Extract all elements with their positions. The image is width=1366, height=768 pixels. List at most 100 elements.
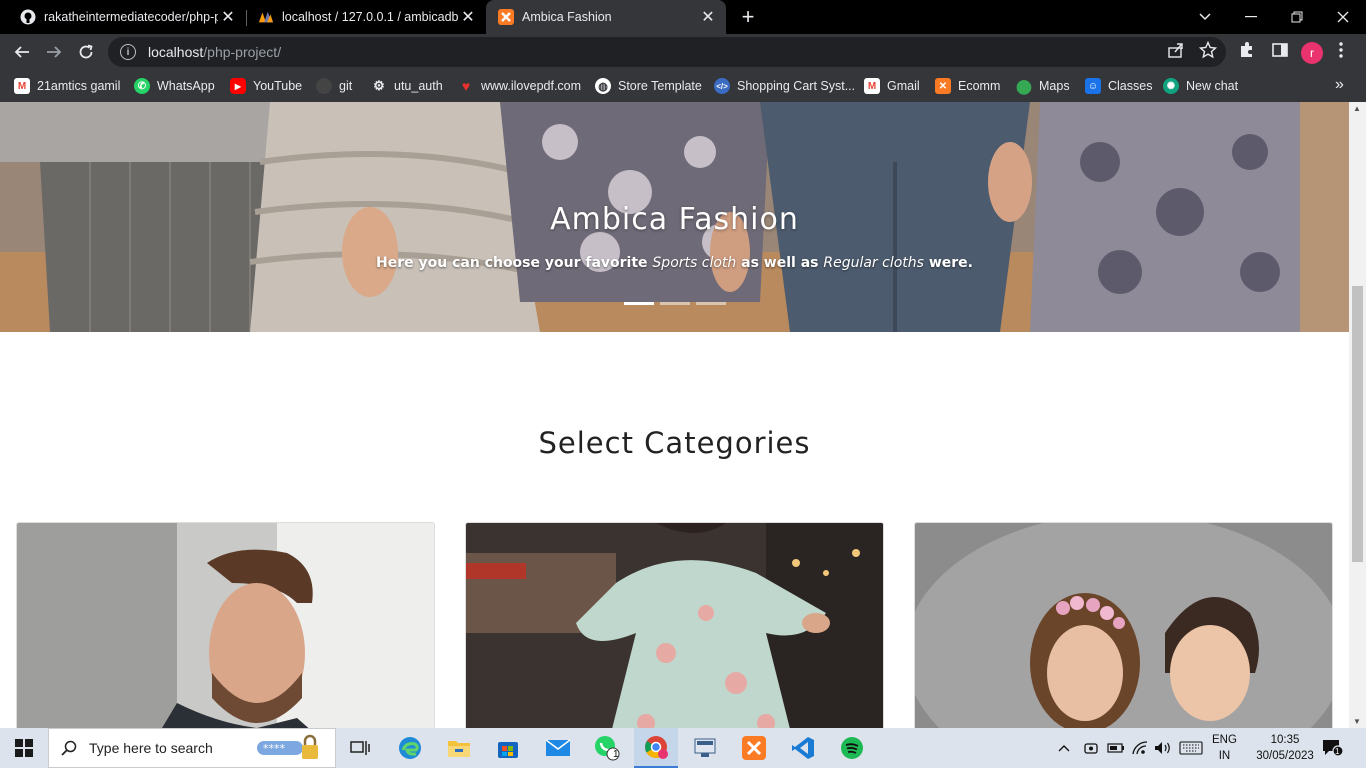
clock[interactable]: 10:35 30/05/2023 (1254, 728, 1316, 768)
classroom-icon: ☺ (1085, 78, 1101, 94)
page-viewport: Ambica Fashion Here you can choose your … (0, 102, 1349, 728)
page-scrollbar[interactable]: ▲ ▼ (1349, 102, 1366, 728)
men-category-image (17, 523, 434, 728)
hero-subtitle: Here you can choose your favorite Sports… (376, 255, 973, 271)
bookmark-maps[interactable]: ⬤ Maps (1016, 76, 1069, 96)
remote-desktop-icon[interactable] (683, 728, 727, 768)
close-tab-icon[interactable]: ✕ (698, 7, 718, 27)
bookmark-whatsapp[interactable]: ✆ WhatsApp (134, 76, 215, 96)
carousel-indicators (624, 302, 726, 305)
windows-start-icon[interactable] (2, 728, 46, 768)
side-panel-icon[interactable] (1271, 41, 1289, 64)
mail-icon[interactable] (536, 728, 580, 768)
kebab-menu-icon[interactable] (1338, 41, 1344, 64)
women-category-card[interactable] (465, 522, 884, 728)
close-tab-icon[interactable]: ✕ (458, 7, 478, 27)
browser-toolbar: i localhost/php-project/ r (0, 34, 1366, 70)
xampp-icon: ✕ (935, 78, 951, 94)
profile-avatar[interactable]: r (1301, 42, 1323, 64)
bookmark-classes[interactable]: ☺ Classes (1085, 76, 1152, 96)
tab-title: localhost / 127.0.0.1 / ambicadb / (282, 10, 458, 24)
men-category-card[interactable] (16, 522, 435, 728)
scroll-up-arrow-icon[interactable]: ▲ (1353, 104, 1361, 113)
tab-title: Ambica Fashion (522, 10, 612, 24)
tab-github[interactable]: rakatheintermediatecoder/php-p ✕ (0, 0, 246, 34)
site-info-icon[interactable]: i (120, 44, 136, 60)
bookmarks-bar: M 21amtics gamil ✆ WhatsApp ▶ YouTube gi… (0, 70, 1366, 102)
task-view-icon[interactable] (338, 728, 382, 768)
youtube-icon: ▶ (230, 78, 246, 94)
code-icon: </> (714, 78, 730, 94)
wifi-icon[interactable] (1132, 728, 1148, 768)
carousel-indicator[interactable] (624, 302, 654, 305)
address-bar[interactable]: i localhost/php-project/ (108, 37, 1226, 67)
bookmark-gmail[interactable]: M Gmail (864, 76, 920, 96)
language-indicator[interactable]: ENG IN (1212, 728, 1237, 768)
more-bookmarks-icon[interactable]: » (1335, 76, 1344, 94)
share-icon[interactable] (1167, 41, 1185, 64)
carousel-indicator[interactable] (660, 302, 690, 305)
file-explorer-icon[interactable] (437, 728, 481, 768)
carousel-indicator[interactable] (696, 302, 726, 305)
minimize-button[interactable] (1228, 0, 1274, 34)
maps-icon: ⬤ (1016, 77, 1032, 94)
section-title: Select Categories (538, 426, 811, 460)
microsoft-store-icon[interactable] (486, 728, 530, 768)
volume-icon[interactable] (1154, 728, 1172, 768)
github-icon (316, 78, 332, 94)
heart-icon: ♥ (461, 78, 471, 94)
bookmark-ecomm[interactable]: ✕ Ecomm (935, 76, 1000, 96)
svg-text:****: **** (263, 742, 286, 755)
bookmark-21amtics-gamil[interactable]: M 21amtics gamil (14, 76, 120, 96)
forward-button[interactable] (40, 38, 68, 66)
new-tab-button[interactable]: + (736, 4, 760, 29)
bookmark-utu-auth[interactable]: ⚙ utu_auth (371, 76, 443, 96)
scrollbar-thumb[interactable] (1352, 286, 1363, 562)
xampp-app-icon[interactable] (732, 728, 776, 768)
bookmark-store-template[interactable]: ◍ Store Template (595, 76, 702, 96)
reload-button[interactable] (72, 38, 100, 66)
meet-now-icon[interactable] (1083, 728, 1099, 768)
bookmark-git[interactable]: git (316, 76, 352, 96)
bookmark-star-icon[interactable] (1198, 40, 1218, 64)
hero-carousel: Ambica Fashion Here you can choose your … (0, 102, 1349, 332)
tab-phpmyadmin[interactable]: localhost / 127.0.0.1 / ambicadb / ✕ (238, 0, 486, 34)
close-window-button[interactable] (1320, 0, 1366, 34)
xampp-icon (498, 9, 514, 25)
kids-category-image (915, 523, 1332, 728)
kids-category-card[interactable] (914, 522, 1333, 728)
notification-count: 1 (1335, 747, 1340, 756)
extensions-puzzle-icon[interactable] (1238, 41, 1256, 64)
battery-icon[interactable] (1107, 728, 1125, 768)
close-tab-icon[interactable]: ✕ (218, 7, 238, 27)
back-button[interactable] (8, 38, 36, 66)
vscode-icon[interactable] (781, 728, 825, 768)
show-hidden-icons-chevron-icon[interactable] (1058, 728, 1070, 768)
tab-strip: rakatheintermediatecoder/php-p ✕ localho… (0, 0, 1366, 34)
touch-keyboard-icon[interactable] (1179, 728, 1203, 768)
scroll-down-arrow-icon[interactable]: ▼ (1353, 717, 1361, 726)
globe-icon: ◍ (595, 78, 611, 94)
whatsapp-icon: ✆ (134, 78, 150, 94)
restore-button[interactable] (1274, 0, 1320, 34)
github-icon (20, 9, 36, 25)
tab-search-chevron-icon[interactable] (1182, 0, 1228, 34)
gmail-icon: M (14, 78, 30, 94)
windows-taskbar: Type here to search **** 1 ENG IN 10:35 … (0, 728, 1366, 768)
edge-browser-icon[interactable] (388, 728, 432, 768)
whatsapp-badge: 1 (613, 749, 619, 760)
women-category-image (466, 523, 883, 728)
tab-ambica-fashion[interactable]: Ambica Fashion ✕ (486, 0, 726, 34)
bookmark-youtube[interactable]: ▶ YouTube (230, 76, 302, 96)
taskbar-search-box[interactable]: Type here to search **** (48, 728, 336, 768)
gmail-icon: M (864, 78, 880, 94)
whatsapp-app-icon[interactable]: 1 (585, 728, 629, 768)
gear-icon: ⚙ (373, 78, 385, 93)
spotify-icon[interactable] (830, 728, 874, 768)
bookmark-new-chat[interactable]: ✺ New chat (1163, 76, 1238, 96)
bookmark-ilovepdf[interactable]: ♥ www.ilovepdf.com (458, 76, 581, 96)
notification-center-icon[interactable]: 1 (1322, 728, 1344, 768)
password-lock-icon: **** (255, 733, 327, 763)
bookmark-shopping-cart[interactable]: </> Shopping Cart Syst... (714, 76, 855, 96)
chrome-app-icon[interactable] (634, 728, 678, 768)
